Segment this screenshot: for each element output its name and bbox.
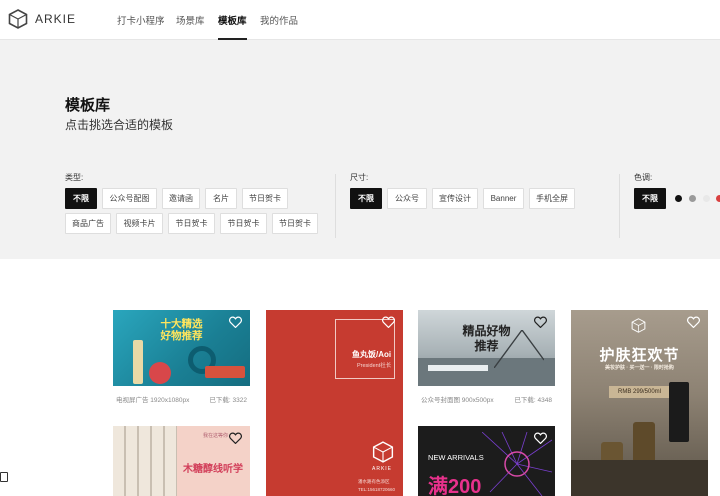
thumbnail-subtitle: 美妆护肤 · 买一送一 · 限时抢购	[605, 365, 674, 371]
download-count: 已下载: 3322	[209, 397, 247, 404]
arkie-logo-icon	[631, 318, 646, 333]
size-chip-banner[interactable]: Banner	[483, 188, 524, 209]
page-subtitle: 点击挑选合适的模板	[65, 118, 174, 132]
filter-divider	[619, 174, 620, 238]
type-chip-invitation[interactable]: 邀请函	[162, 188, 200, 209]
color-chip-all[interactable]: 不限	[634, 188, 666, 209]
type-chip-all[interactable]: 不限	[65, 188, 97, 209]
template-card[interactable]: 十大精选 好物推荐 电视屏广告 1920x1080px 已下载: 3322	[113, 310, 250, 410]
size-chip-mobile-fullscreen[interactable]: 手机全屏	[529, 188, 575, 209]
filter-divider	[335, 174, 336, 238]
nav-checkin-miniapp[interactable]: 打卡小程序	[117, 13, 165, 40]
type-chip-video-card[interactable]: 视频卡片	[116, 213, 163, 234]
size-chip-wechat[interactable]: 公众号	[387, 188, 427, 209]
download-count: 已下载: 4348	[514, 397, 552, 404]
thumbnail-tagline: 我在这等你	[203, 433, 229, 439]
color-dot-white[interactable]	[703, 195, 710, 202]
size-chip-all[interactable]: 不限	[350, 188, 382, 209]
type-chip-business-card[interactable]: 名片	[205, 188, 237, 209]
card-name: 鱼丸饭/Aoi	[352, 350, 392, 359]
thumbnail-title: 木糖醇线听学	[183, 464, 243, 475]
favorite-heart-icon[interactable]	[229, 316, 242, 328]
nav-scene-library[interactable]: 场景库	[176, 13, 205, 40]
brand-name[interactable]: ARKIE	[35, 12, 76, 26]
color-dot-gray[interactable]	[689, 195, 696, 202]
size-chip-promo-design[interactable]: 宣传设计	[432, 188, 478, 209]
favorite-heart-icon[interactable]	[687, 316, 700, 328]
thumbnail-title: NEW ARRIVALS	[428, 453, 484, 462]
size-filter-label: 尺寸:	[350, 173, 369, 182]
block-shape	[205, 366, 245, 378]
template-card[interactable]: 木糖醇线听学 我在这等你	[113, 426, 250, 496]
card-phone: TEL:15618720660	[358, 487, 396, 492]
template-card[interactable]: 鱼丸饭/Aoi President社长 ARKIE 潘水路有色添区 TEL:15…	[266, 310, 403, 496]
favorite-heart-icon[interactable]	[534, 316, 547, 328]
type-chip-holiday-card[interactable]: 节日贺卡	[168, 213, 215, 234]
type-chip-product-ad[interactable]: 商品广告	[65, 213, 111, 234]
thumbnail-title: 护肤狂欢节	[599, 346, 680, 364]
type-chip-holiday-card[interactable]: 节日贺卡	[242, 188, 288, 209]
arkie-logo-icon	[372, 441, 394, 463]
chat-icon[interactable]	[0, 472, 8, 482]
pillar-shape	[133, 340, 143, 384]
template-card[interactable]: 护肤狂欢节 美妆护肤 · 买一送一 · 限时抢购 RMB 299/500ml	[571, 310, 708, 496]
page-title: 模板库	[65, 97, 111, 114]
card-address: 潘水路有色添区	[358, 479, 390, 484]
nav-my-works[interactable]: 我的作品	[260, 13, 298, 40]
template-thumbnail[interactable]: 精品好物 推荐	[418, 310, 555, 386]
color-dot-black[interactable]	[675, 195, 682, 202]
color-dot-red[interactable]	[716, 195, 720, 202]
type-chip-holiday-card[interactable]: 节日贺卡	[272, 213, 318, 234]
template-size-caption: 电视屏广告 1920x1080px	[116, 397, 190, 404]
favorite-heart-icon[interactable]	[229, 432, 242, 444]
template-thumbnail[interactable]: 十大精选 好物推荐	[113, 310, 250, 386]
price-tag: RMB 299/500ml	[609, 386, 670, 398]
bottle-shape	[669, 382, 689, 442]
top-nav-bar: ARKIE 打卡小程序 场景库 模板库 我的作品	[0, 0, 720, 40]
bottles-photo	[113, 426, 177, 496]
type-chip-holiday-card[interactable]: 节日贺卡	[220, 213, 267, 234]
thumbnail-headline: 满200	[428, 476, 482, 496]
base-shadow	[571, 460, 708, 496]
type-chip-wechat-image[interactable]: 公众号配图	[102, 188, 157, 209]
ball-shape	[149, 362, 171, 384]
window-strip	[428, 365, 488, 371]
favorite-heart-icon[interactable]	[382, 316, 395, 328]
card-role: President社长	[357, 363, 392, 369]
thumbnail-title: 精品好物 推荐	[462, 324, 511, 353]
filter-panel: 模板库 点击挑选合适的模板 类型: 不限 公众号配图 邀请函 名片 节日贺卡 商…	[0, 40, 720, 259]
template-card[interactable]: 精品好物 推荐 公众号封面图 900x500px 已下载: 4348	[418, 310, 555, 410]
nav-template-library[interactable]: 模板库	[218, 13, 247, 40]
color-filter-label: 色调:	[634, 173, 653, 182]
template-card[interactable]: NEW ARRIVALS 满200	[418, 426, 555, 496]
type-filter-label: 类型:	[65, 173, 84, 182]
favorite-heart-icon[interactable]	[534, 432, 547, 444]
template-size-caption: 公众号封面图 900x500px	[421, 397, 494, 404]
logo-text: ARKIE	[372, 466, 393, 472]
arkie-logo-icon[interactable]	[8, 9, 28, 29]
